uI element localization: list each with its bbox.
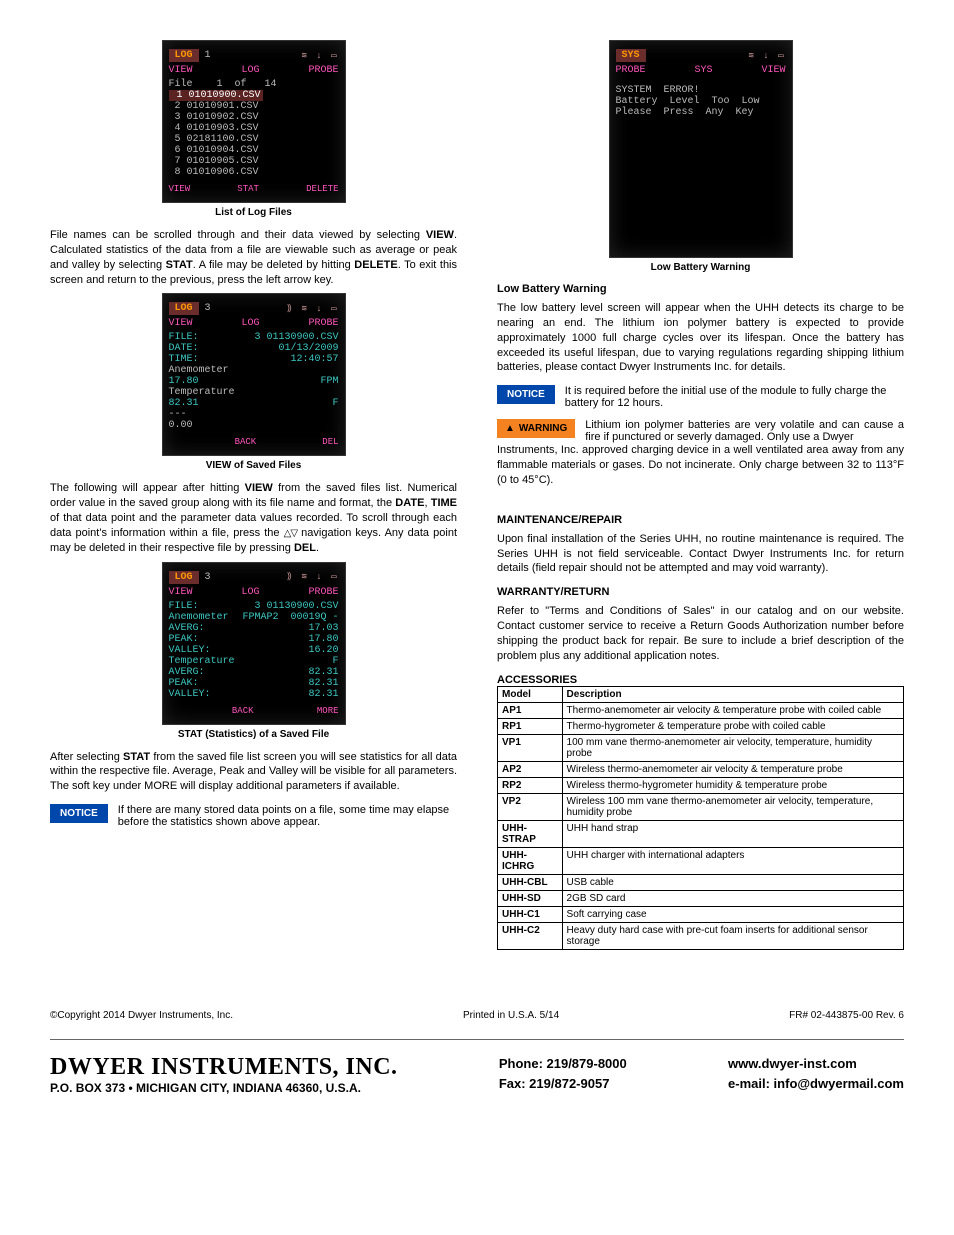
divider	[50, 1039, 904, 1040]
table-cell: UHH hand strap	[562, 820, 903, 847]
device-stat-file: LOG3⟫ ≋ ↓ ▭ VIEWLOGPROBE FILE:3 01130900…	[162, 562, 346, 725]
table-cell: Soft carrying case	[562, 906, 903, 922]
warning-badge: WARNING	[497, 419, 575, 438]
notice-badge: NOTICE	[50, 804, 108, 823]
notice-badge: NOTICE	[497, 385, 555, 404]
table-cell: UHH-SD	[498, 890, 563, 906]
paragraph: After selecting STAT from the saved file…	[50, 750, 457, 795]
table-cell: VP1	[498, 734, 563, 761]
notice-row: NOTICE It is required before the initial…	[497, 385, 904, 409]
table-cell: Heavy duty hard case with pre-cut foam i…	[562, 922, 903, 949]
section-title: Low Battery Warning	[497, 283, 904, 295]
table-cell: VP2	[498, 793, 563, 820]
table-cell: UHH-ICHRG	[498, 847, 563, 874]
company-footer: DWYER INSTRUMENTS, INC. P.O. BOX 373 • M…	[50, 1054, 904, 1096]
table-cell: 2GB SD card	[562, 890, 903, 906]
table-cell: UHH charger with international adapters	[562, 847, 903, 874]
caption: List of Log Files	[50, 207, 457, 218]
table-cell: Thermo-anemometer air velocity & tempera…	[562, 702, 903, 718]
notice-row: NOTICE If there are many stored data poi…	[50, 804, 457, 828]
table-cell: UHH-C1	[498, 906, 563, 922]
footer-meta: ©Copyright 2014 Dwyer Instruments, Inc. …	[50, 1010, 904, 1021]
accessories-table: ModelDescription AP1Thermo-anemometer ai…	[497, 686, 904, 950]
table-cell: AP1	[498, 702, 563, 718]
chip-log: LOG	[169, 49, 199, 62]
up-down-icon: △▽	[284, 528, 297, 539]
table-cell: RP1	[498, 718, 563, 734]
paragraph: File names can be scrolled through and t…	[50, 228, 457, 287]
table-cell: UHH-STRAP	[498, 820, 563, 847]
table-cell: Wireless thermo-hygrometer humidity & te…	[562, 777, 903, 793]
table-cell: UHH-CBL	[498, 874, 563, 890]
table-cell: Wireless 100 mm vane thermo-anemometer a…	[562, 793, 903, 820]
table-cell: RP2	[498, 777, 563, 793]
paragraph: The following will appear after hitting …	[50, 481, 457, 555]
device-log-list: LOG1 ≋ ↓ ▭ VIEWLOGPROBE File 1 of 14 1 0…	[162, 40, 346, 203]
table-cell: UHH-C2	[498, 922, 563, 949]
warning-row: WARNING Lithium ion polymer batteries ar…	[497, 419, 904, 443]
device-view-file: LOG3⟫ ≋ ↓ ▭ VIEWLOGPROBE FILE:3 01130900…	[162, 293, 346, 456]
device-low-battery: SYS≋ ↓ ▭ PROBESYSVIEW SYSTEM ERROR! Batt…	[609, 40, 793, 258]
company-name: DWYER INSTRUMENTS, INC.	[50, 1054, 398, 1081]
table-cell: Wireless thermo-anemometer air velocity …	[562, 761, 903, 777]
table-cell: 100 mm vane thermo-anemometer air veloci…	[562, 734, 903, 761]
table-cell: AP2	[498, 761, 563, 777]
table-cell: USB cable	[562, 874, 903, 890]
table-cell: Thermo-hygrometer & temperature probe wi…	[562, 718, 903, 734]
status-icons: ≋ ↓ ▭	[301, 51, 338, 61]
